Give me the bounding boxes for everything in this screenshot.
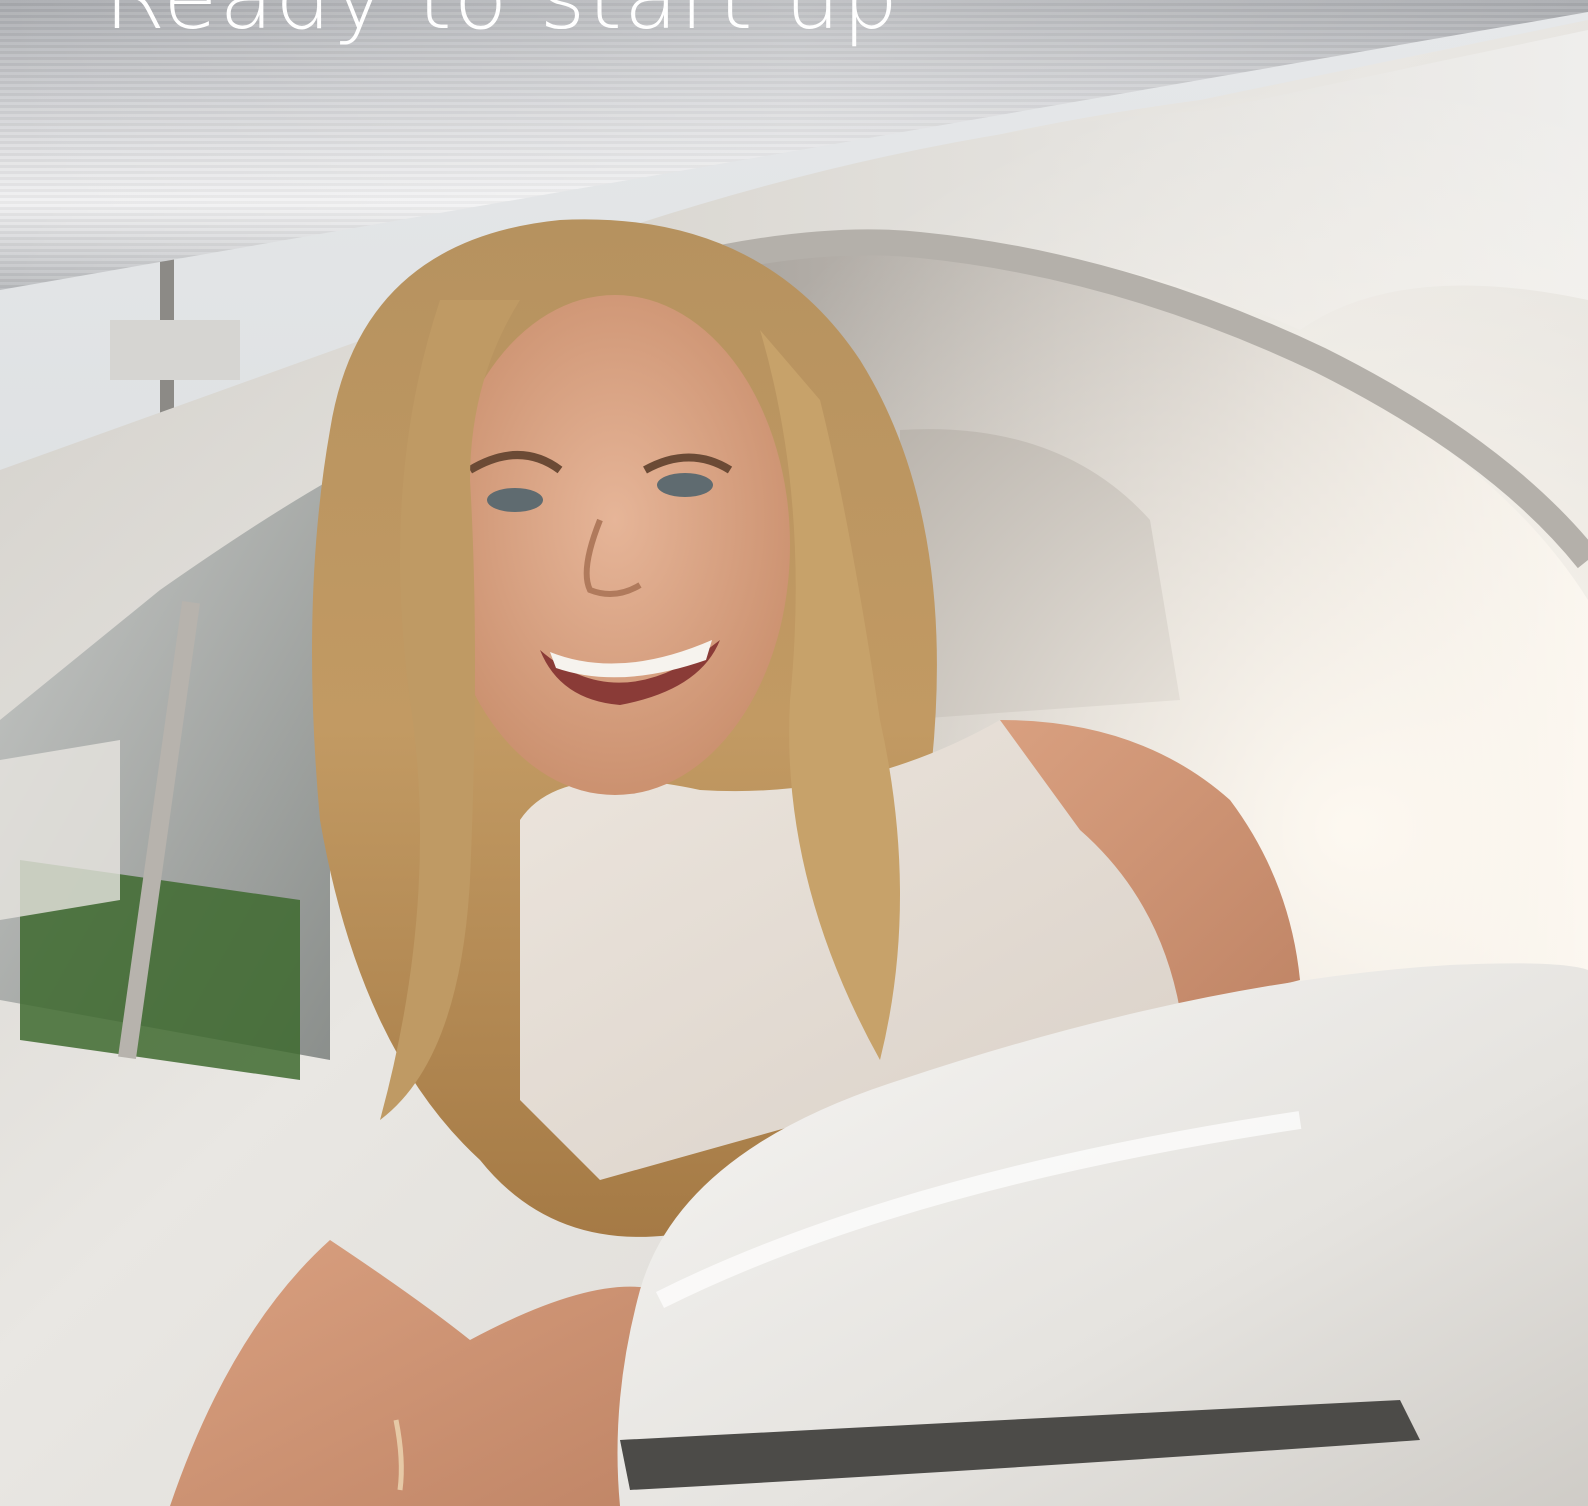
header-band [0,0,1588,290]
headline: Ready to start up [104,0,900,42]
advertisement-page: Ready to start up [0,0,1588,1506]
